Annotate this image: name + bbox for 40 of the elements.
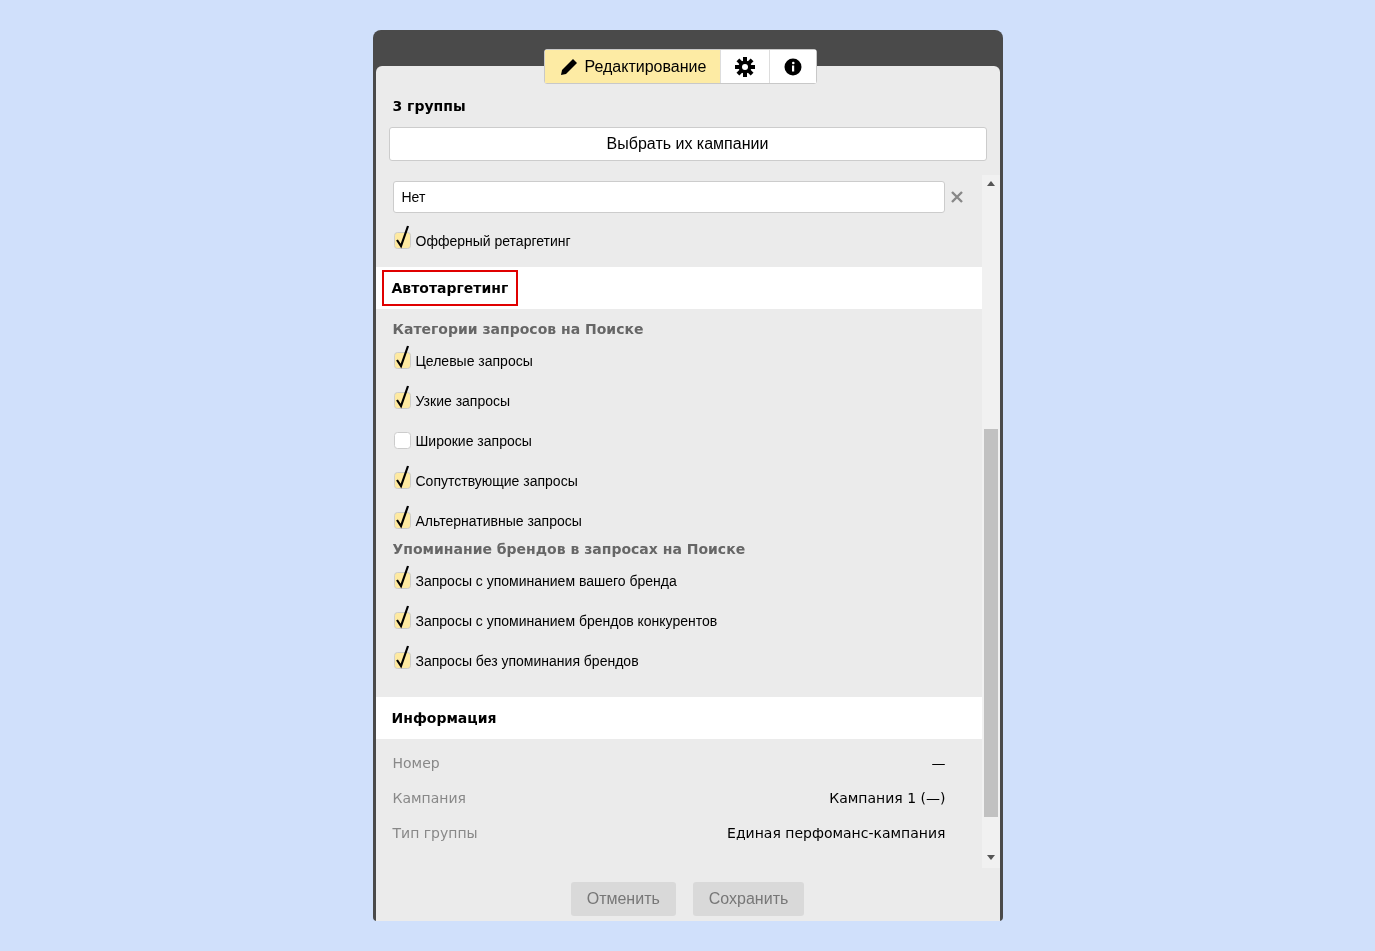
scrollbar[interactable] (981, 175, 1000, 868)
checkbox-label: Офферный ретаргетинг (415, 233, 571, 249)
checked-checkbox[interactable] (392, 224, 412, 250)
section-title: Автотаргетинг (381, 270, 519, 306)
info-label: Номер (392, 755, 440, 773)
checked-checkbox[interactable] (392, 564, 412, 590)
info-label: Кампания (392, 790, 466, 808)
info-tab[interactable] (769, 50, 817, 83)
gear-icon (735, 56, 756, 77)
info-value: — (931, 755, 946, 773)
section-title: Информация (390, 709, 498, 728)
checked-checkbox[interactable] (392, 644, 412, 670)
group-title: Категории запросов на Поиске (391, 320, 645, 339)
input-field[interactable]: Нет (392, 181, 945, 213)
checked-checkbox[interactable] (392, 464, 412, 490)
scroll-down-icon[interactable] (986, 855, 995, 860)
group-title: Упоминание брендов в запросах на Поиске (391, 541, 747, 559)
checked-checkbox[interactable] (392, 504, 412, 530)
checked-checkbox[interactable] (392, 604, 412, 630)
scrollbar-thumb[interactable] (983, 429, 998, 817)
info-icon (784, 57, 803, 76)
checkbox-label: Широкие запросы (415, 433, 532, 449)
checked-checkbox[interactable] (392, 384, 412, 410)
clear-icon[interactable] (950, 191, 963, 203)
edit-tab[interactable]: Редактирование (544, 50, 721, 83)
checkbox-label: Целевые запросы (415, 353, 533, 369)
checkbox-label: Запросы с упоминанием брендов конкурентов (415, 613, 718, 629)
checkbox-label: Запросы без упоминания брендов (415, 653, 639, 669)
checked-checkbox[interactable] (392, 344, 412, 370)
checkbox-label: Запросы с упоминанием вашего бренда (415, 573, 677, 589)
info-value: Кампания 1 (—) (829, 790, 946, 808)
scroll-up-icon[interactable] (986, 181, 995, 186)
info-value: Единая перфоманс-кампания (727, 825, 946, 843)
checkbox-label: Сопутствующие запросы (415, 473, 578, 489)
checkbox-label: Альтернативные запросы (415, 513, 582, 529)
select-campaigns-button[interactable]: Выбрать их кампании (388, 127, 987, 161)
checkbox-label: Узкие запросы (415, 393, 511, 409)
group-count: 3 группы (392, 97, 466, 116)
pencil-icon (558, 56, 579, 77)
info-label: Тип группы (392, 825, 478, 843)
